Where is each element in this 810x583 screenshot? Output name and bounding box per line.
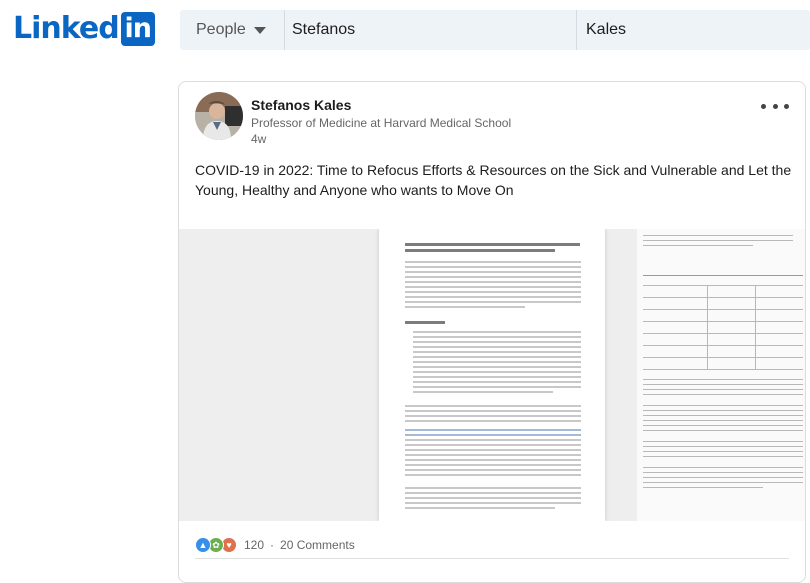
document-page [379,229,605,521]
document-page-next [637,229,805,521]
author-headline: Professor of Medicine at Harvard Medical… [251,116,512,130]
comments-count-link[interactable]: 20 Comments [280,538,355,552]
like-icon: ▲ [195,537,211,553]
reaction-icons[interactable]: ▲ ✿ ♥ [195,537,237,553]
ellipsis-icon-dot [772,103,778,109]
search-bar: People [180,10,810,50]
search-divider [576,10,577,50]
first-name-input[interactable] [284,10,576,50]
document-preview[interactable] [179,229,805,521]
post-timestamp: 4w [251,132,267,146]
more-options-button[interactable] [761,98,789,114]
linkedin-logo[interactable]: Linked in [13,12,155,46]
avatar[interactable] [195,92,243,140]
logo-wordmark: Linked [13,11,120,46]
search-type-dropdown[interactable]: People [180,10,284,50]
social-counts: ▲ ✿ ♥ 120 · 20 Comments [195,534,789,556]
ellipsis-icon [761,103,766,109]
author-name[interactable]: Stefanos Kales [251,97,351,113]
search-type-label: People [196,21,246,38]
avatar-photo [195,92,243,140]
post-text: COVID-19 in 2022: Time to Refocus Effort… [195,162,792,198]
logo-in-box: in [120,12,155,46]
divider [195,558,789,559]
last-name-input[interactable] [578,10,810,50]
separator-dot: · [270,538,275,552]
reaction-count[interactable]: 120 [244,538,264,552]
ellipsis-icon-dot [784,103,789,109]
post-card: Stefanos Kales Professor of Medicine at … [178,81,806,583]
post-header: Stefanos Kales Professor of Medicine at … [195,92,789,152]
caret-down-icon [253,26,266,34]
